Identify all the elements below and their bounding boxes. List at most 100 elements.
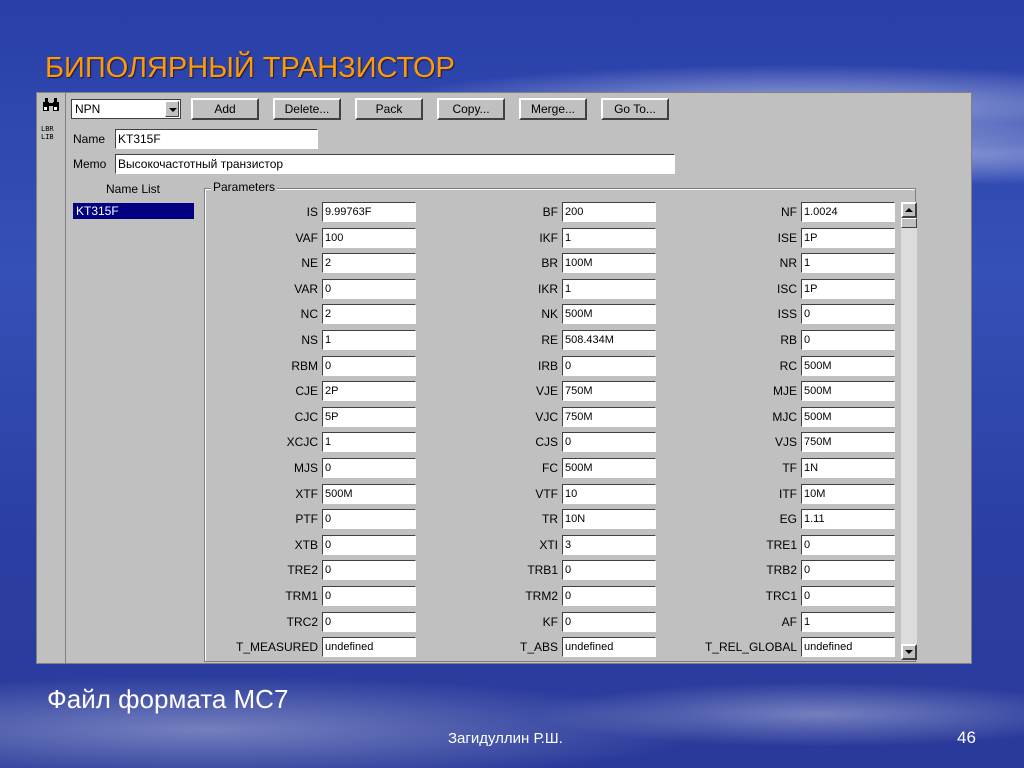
- param-field-bf[interactable]: 200: [562, 202, 656, 222]
- param-field-eg[interactable]: 1.11: [801, 509, 895, 529]
- name-list-item[interactable]: KT315F: [73, 203, 194, 219]
- param-field-var[interactable]: 0: [322, 279, 416, 299]
- param-field-nk[interactable]: 500M: [562, 304, 656, 324]
- merge-button[interactable]: Merge...: [519, 98, 587, 120]
- param-label-var: VAR: [294, 282, 318, 296]
- param-label-rbm: RBM: [291, 359, 318, 373]
- param-field-tre1[interactable]: 0: [801, 535, 895, 555]
- param-label-t_measured: T_MEASURED: [235, 640, 318, 654]
- library-icon-text-1: LBR: [41, 125, 54, 133]
- binoculars-icon[interactable]: [42, 97, 60, 113]
- param-field-xtb[interactable]: 0: [322, 535, 416, 555]
- param-label-trm1: TRM1: [285, 589, 318, 603]
- pack-button[interactable]: Pack: [355, 98, 423, 120]
- param-label-vjc: VJC: [535, 410, 558, 424]
- param-field-mjc[interactable]: 500M: [801, 407, 895, 427]
- left-toolstrip: LBR LIB: [37, 93, 66, 663]
- delete-button[interactable]: Delete...: [273, 98, 341, 120]
- param-field-trc2[interactable]: 0: [322, 612, 416, 632]
- param-label-vaf: VAF: [295, 231, 318, 245]
- chevron-down-icon[interactable]: [165, 101, 179, 117]
- param-field-nc[interactable]: 2: [322, 304, 416, 324]
- add-button[interactable]: Add: [191, 98, 259, 120]
- param-field-cjc[interactable]: 5P: [322, 407, 416, 427]
- param-label-ptf: PTF: [295, 512, 318, 526]
- param-label-xcjc: XCJC: [286, 435, 318, 449]
- param-label-xti: XTI: [539, 538, 558, 552]
- param-field-xtf[interactable]: 500M: [322, 484, 416, 504]
- param-label-ikr: IKR: [537, 282, 558, 296]
- param-field-rbm[interactable]: 0: [322, 356, 416, 376]
- param-label-t_rel_global: T_REL_GLOBAL: [704, 640, 797, 654]
- param-field-irb[interactable]: 0: [562, 356, 656, 376]
- param-field-nr[interactable]: 1: [801, 253, 895, 273]
- param-field-trb1[interactable]: 0: [562, 560, 656, 580]
- param-field-iss[interactable]: 0: [801, 304, 895, 324]
- param-label-nr: NR: [779, 256, 797, 270]
- param-field-kf[interactable]: 0: [562, 612, 656, 632]
- param-field-vjc[interactable]: 750M: [562, 407, 656, 427]
- param-field-trm2[interactable]: 0: [562, 586, 656, 606]
- param-field-vje[interactable]: 750M: [562, 381, 656, 401]
- param-field-isc[interactable]: 1P: [801, 279, 895, 299]
- param-label-iss: ISS: [777, 307, 797, 321]
- memo-field[interactable]: Высокочастотный транзистор: [115, 154, 675, 174]
- param-field-t_rel_global[interactable]: undefined: [801, 637, 895, 657]
- goto-button[interactable]: Go To...: [601, 98, 669, 120]
- scroll-down-arrow-icon[interactable]: [901, 644, 917, 660]
- param-field-cje[interactable]: 2P: [322, 381, 416, 401]
- param-field-trm1[interactable]: 0: [322, 586, 416, 606]
- param-field-itf[interactable]: 10M: [801, 484, 895, 504]
- param-field-rc[interactable]: 500M: [801, 356, 895, 376]
- param-field-rb[interactable]: 0: [801, 330, 895, 350]
- param-field-xcjc[interactable]: 1: [322, 432, 416, 452]
- param-field-tr[interactable]: 10N: [562, 509, 656, 529]
- param-field-t_abs[interactable]: undefined: [562, 637, 656, 657]
- model-editor-window: LBR LIB NPN Add Delete... Pack Copy... M…: [36, 92, 972, 664]
- param-field-vjs[interactable]: 750M: [801, 432, 895, 452]
- param-field-ne[interactable]: 2: [322, 253, 416, 273]
- param-field-is[interactable]: 9.99763F: [322, 202, 416, 222]
- library-icon[interactable]: LBR LIB: [41, 125, 54, 141]
- param-field-ptf[interactable]: 0: [322, 509, 416, 529]
- param-label-cje: CJE: [295, 384, 318, 398]
- param-label-re: RE: [541, 333, 558, 347]
- scroll-up-arrow-icon[interactable]: [901, 202, 917, 218]
- param-field-mje[interactable]: 500M: [801, 381, 895, 401]
- memo-label: Memo: [73, 157, 107, 171]
- scrollbar-thumb[interactable]: [901, 218, 917, 228]
- param-field-vaf[interactable]: 100: [322, 228, 416, 248]
- param-label-vjs: VJS: [774, 435, 797, 449]
- copy-button[interactable]: Copy...: [437, 98, 505, 120]
- param-field-cjs[interactable]: 0: [562, 432, 656, 452]
- param-label-trm2: TRM2: [525, 589, 558, 603]
- param-label-nf: NF: [781, 205, 797, 219]
- param-label-br: BR: [541, 256, 558, 270]
- parameters-scrollbar[interactable]: [901, 202, 917, 660]
- param-field-ise[interactable]: 1P: [801, 228, 895, 248]
- param-field-ikf[interactable]: 1: [562, 228, 656, 248]
- param-field-br[interactable]: 100M: [562, 253, 656, 273]
- transistor-type-select[interactable]: NPN: [71, 99, 181, 119]
- param-field-trc1[interactable]: 0: [801, 586, 895, 606]
- param-field-tf[interactable]: 1N: [801, 458, 895, 478]
- param-field-vtf[interactable]: 10: [562, 484, 656, 504]
- param-field-fc[interactable]: 500M: [562, 458, 656, 478]
- param-field-ns[interactable]: 1: [322, 330, 416, 350]
- slide-author: Загидуллин Р.Ш.: [448, 730, 563, 747]
- param-field-tre2[interactable]: 0: [322, 560, 416, 580]
- param-label-ns: NS: [301, 333, 318, 347]
- param-field-xti[interactable]: 3: [562, 535, 656, 555]
- param-label-mjs: MJS: [294, 461, 318, 475]
- name-field[interactable]: KT315F: [115, 129, 318, 149]
- param-field-ikr[interactable]: 1: [562, 279, 656, 299]
- param-field-re[interactable]: 508.434M: [562, 330, 656, 350]
- param-label-itf: ITF: [779, 487, 797, 501]
- param-label-irb: IRB: [537, 359, 558, 373]
- param-field-t_measured[interactable]: undefined: [322, 637, 416, 657]
- param-label-trb2: TRB2: [766, 563, 797, 577]
- param-field-af[interactable]: 1: [801, 612, 895, 632]
- param-field-trb2[interactable]: 0: [801, 560, 895, 580]
- param-field-nf[interactable]: 1.0024: [801, 202, 895, 222]
- param-field-mjs[interactable]: 0: [322, 458, 416, 478]
